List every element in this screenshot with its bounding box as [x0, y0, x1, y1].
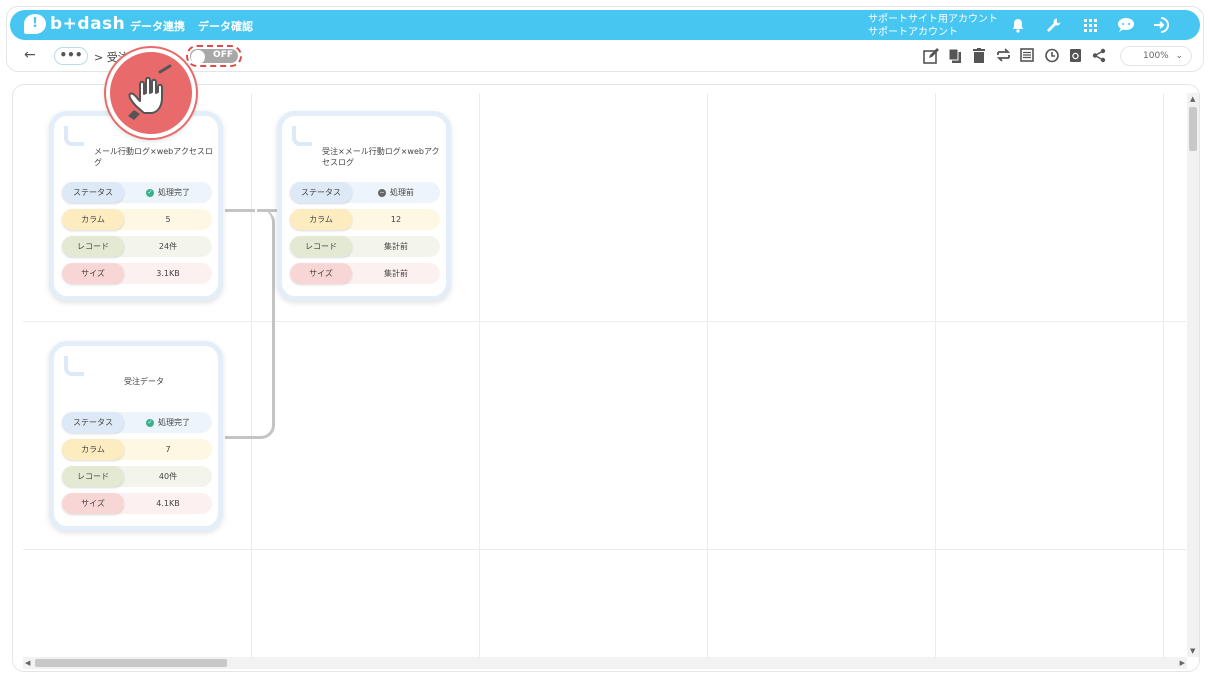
file-icon: [64, 126, 84, 146]
back-arrow-icon[interactable]: ←: [24, 47, 36, 63]
wrench-icon[interactable]: [1044, 15, 1064, 35]
refresh-icon[interactable]: [1066, 48, 1084, 66]
status-value: 処理完了: [158, 188, 190, 197]
vertical-scrollbar[interactable]: ▲ ▼: [1187, 93, 1199, 657]
flow-canvas[interactable]: メール行動ログ×webアクセスログ ステータス ✓ 処理完了 カラム 5 レコード 24…: [12, 84, 1200, 672]
auto-update-toggle[interactable]: OFF: [186, 45, 242, 67]
size-value: 集計前: [384, 269, 408, 278]
zoom-select[interactable]: 100% ⌄: [1120, 46, 1192, 66]
record-label: レコード: [62, 466, 124, 487]
card-title: メール行動ログ×webアクセスログ: [94, 147, 213, 167]
column-label: カラム: [62, 439, 124, 460]
swap-icon[interactable]: [994, 48, 1012, 66]
connector-line: [257, 209, 277, 212]
check-icon: ✓: [146, 188, 154, 197]
horizontal-scrollbar[interactable]: ◀ ▶: [23, 657, 1187, 669]
column-label: カラム: [290, 209, 352, 230]
breadcrumb-more-button[interactable]: •••: [54, 47, 88, 65]
card-title: 受注×メール行動ログ×webアクセスログ: [322, 147, 440, 167]
status-value: 処理完了: [158, 418, 190, 427]
logo-text: b+dash: [50, 14, 126, 34]
record-value: 24件: [158, 242, 178, 251]
edit-icon[interactable]: [922, 48, 940, 66]
chevron-down-icon: ⌄: [1175, 51, 1183, 61]
record-label: レコード: [290, 236, 352, 257]
vertical-scroll-thumb[interactable]: [1189, 107, 1197, 151]
data-card[interactable]: メール行動ログ×webアクセスログ ステータス ✓ 処理完了 カラム 5 レコード 24…: [49, 111, 223, 301]
data-card[interactable]: 受注×メール行動ログ×webアクセスログ ステータス − 処理前 カラム 12 レコー…: [277, 111, 451, 301]
trash-icon[interactable]: [970, 48, 988, 66]
zoom-value: 100%: [1143, 51, 1169, 61]
column-value: 7: [165, 445, 171, 454]
logout-icon[interactable]: [1152, 15, 1172, 35]
table-icon[interactable]: [1018, 48, 1036, 66]
data-card[interactable]: 受注データ ステータス ✓ 処理完了 カラム 7 レコード 40件 サイズ 4.1KB: [49, 341, 223, 531]
nav-data-check[interactable]: データ確認: [198, 18, 253, 34]
file-icon: [64, 356, 84, 376]
brand-logo[interactable]: ! b+dash: [24, 14, 125, 34]
minus-icon: −: [378, 188, 386, 197]
chat-icon[interactable]: [1116, 15, 1136, 35]
copy-icon[interactable]: [946, 48, 964, 66]
size-label: サイズ: [290, 263, 352, 284]
status-value: 処理前: [390, 188, 414, 197]
apps-grid-icon[interactable]: [1080, 15, 1100, 35]
nav-data-link[interactable]: データ連携: [130, 18, 185, 34]
size-label: サイズ: [62, 493, 124, 514]
top-navbar: ! b+dash データ連携 データ確認 サポートサイト用アカウント サポートア…: [10, 10, 1200, 40]
share-icon[interactable]: [1090, 48, 1108, 66]
card-title: 受注データ: [124, 377, 164, 386]
logo-bubble-icon: !: [24, 14, 46, 34]
toggle-knob: [191, 50, 205, 64]
file-icon: [292, 126, 312, 146]
horizontal-scroll-thumb[interactable]: [35, 659, 227, 667]
account-info[interactable]: サポートサイト用アカウント サポートアカウント: [868, 13, 998, 39]
size-label: サイズ: [62, 263, 124, 284]
connector-line: [225, 209, 275, 439]
column-value: 12: [390, 215, 402, 224]
bell-icon[interactable]: [1008, 15, 1028, 35]
column-label: カラム: [62, 209, 124, 230]
record-value: 40件: [158, 472, 178, 481]
status-label: ステータス: [62, 182, 124, 203]
size-value: 3.1KB: [156, 269, 180, 278]
account-role: サポートアカウント: [868, 27, 958, 38]
check-icon: ✓: [146, 418, 154, 427]
status-label: ステータス: [62, 412, 124, 433]
record-label: レコード: [62, 236, 124, 257]
toggle-track: OFF: [190, 49, 238, 64]
status-label: ステータス: [290, 182, 352, 203]
history-icon[interactable]: [1042, 48, 1060, 66]
column-value: 5: [165, 215, 171, 224]
toggle-label: OFF: [213, 50, 233, 60]
record-value: 集計前: [384, 242, 408, 251]
sub-toolbar: ← ••• > 受注 OFF 100% ⌄: [10, 44, 1200, 70]
size-value: 4.1KB: [156, 499, 180, 508]
account-name: サポートサイト用アカウント: [868, 14, 998, 25]
hand-pointer-icon: [106, 48, 196, 138]
